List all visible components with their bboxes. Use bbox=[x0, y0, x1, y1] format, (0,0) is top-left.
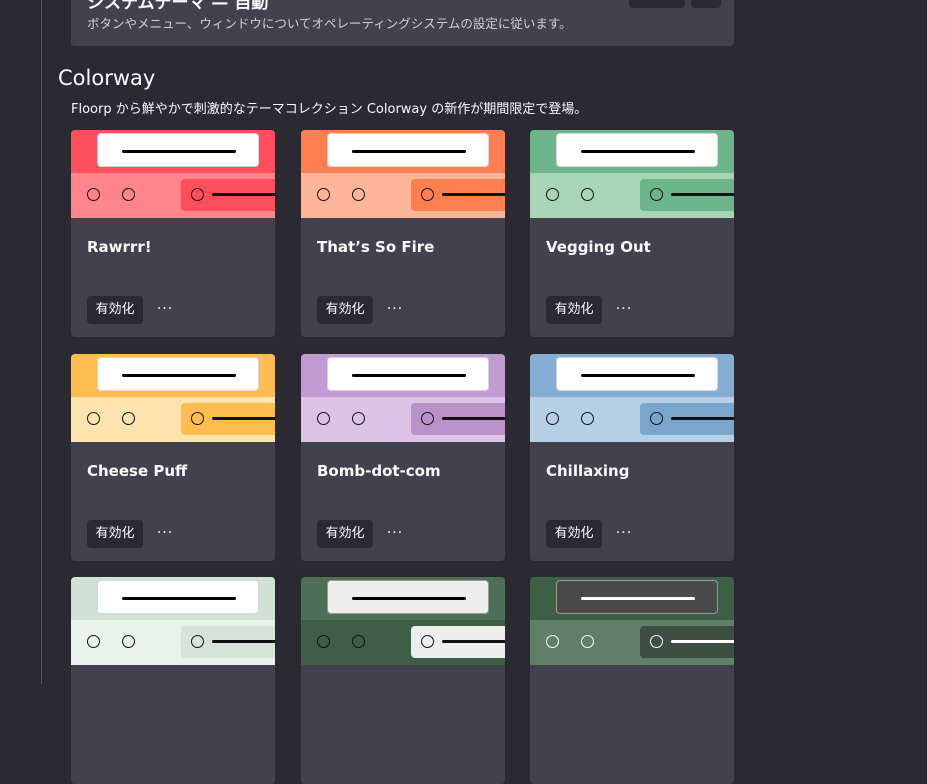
preview-tab-circle-icon bbox=[421, 635, 434, 648]
preview-toolbar bbox=[71, 130, 275, 173]
preview-urlbar bbox=[556, 580, 718, 614]
colorway-name: Chillaxing bbox=[546, 462, 630, 480]
preview-toolbar bbox=[301, 577, 505, 620]
theme-preview[interactable] bbox=[71, 354, 275, 442]
preview-circle-icon bbox=[352, 412, 365, 425]
preview-toolbar bbox=[530, 130, 734, 173]
preview-active-tab bbox=[640, 179, 734, 211]
preview-circle-icon bbox=[546, 412, 559, 425]
theme-preview[interactable] bbox=[301, 354, 505, 442]
system-theme-title: システムテーマ — 自動 bbox=[87, 0, 269, 13]
preview-circle-icon bbox=[317, 635, 330, 648]
system-theme-description: ボタンやメニュー、ウィンドウについてオペレーティングシステムの設定に従います。 bbox=[87, 16, 572, 31]
preview-circle-icon bbox=[352, 635, 365, 648]
preview-tab-circle-icon bbox=[650, 412, 663, 425]
enable-button[interactable]: 有効化 bbox=[87, 520, 143, 548]
preview-toolbar bbox=[530, 577, 734, 620]
preview-active-tab bbox=[640, 626, 734, 658]
more-options-icon[interactable]: ··· bbox=[610, 296, 638, 324]
preview-active-tab bbox=[181, 403, 275, 435]
preview-active-tab bbox=[411, 403, 505, 435]
preview-urlbar bbox=[556, 357, 718, 391]
preview-tab-circle-icon bbox=[650, 635, 663, 648]
preview-urlbar bbox=[327, 357, 489, 391]
system-theme-enable-button[interactable]: 有効化 bbox=[629, 0, 685, 8]
preview-circle-icon bbox=[87, 188, 100, 201]
colorway-name: Cheese Puff bbox=[87, 462, 188, 480]
theme-preview[interactable] bbox=[530, 354, 734, 442]
colorway-name: Bomb-dot-com bbox=[317, 462, 441, 480]
more-options-icon[interactable]: ··· bbox=[151, 520, 179, 548]
theme-preview[interactable] bbox=[530, 130, 734, 218]
colorway-name: That’s So Fire bbox=[317, 238, 435, 256]
preview-active-tab bbox=[411, 179, 505, 211]
system-theme-card: システムテーマ — 自動 ボタンやメニュー、ウィンドウについてオペレーティングシ… bbox=[71, 0, 734, 46]
preview-active-tab bbox=[181, 626, 275, 658]
preview-urlbar bbox=[556, 133, 718, 167]
left-divider bbox=[41, 0, 42, 684]
more-options-icon[interactable]: ··· bbox=[381, 520, 409, 548]
preview-circle-icon bbox=[317, 188, 330, 201]
preview-circle-icon bbox=[581, 635, 594, 648]
preview-toolbar bbox=[301, 130, 505, 173]
preview-urlbar bbox=[97, 580, 259, 614]
preview-circle-icon bbox=[581, 412, 594, 425]
enable-button[interactable]: 有効化 bbox=[546, 520, 602, 548]
preview-tab-circle-icon bbox=[650, 188, 663, 201]
preview-urlbar bbox=[327, 580, 489, 614]
colorway-name: Rawrrr! bbox=[87, 238, 152, 256]
enable-button[interactable]: 有効化 bbox=[546, 296, 602, 324]
enable-button[interactable]: 有効化 bbox=[87, 296, 143, 324]
preview-tab-circle-icon bbox=[191, 412, 204, 425]
colorway-card[interactable]: That’s So Fire 有効化 ··· bbox=[301, 130, 505, 337]
preview-circle-icon bbox=[546, 635, 559, 648]
enable-button[interactable]: 有効化 bbox=[317, 520, 373, 548]
theme-preview[interactable] bbox=[301, 130, 505, 218]
theme-preview[interactable] bbox=[530, 577, 734, 665]
colorway-card[interactable]: Bomb-dot-com 有効化 ··· bbox=[301, 354, 505, 561]
preview-urlbar bbox=[97, 133, 259, 167]
preview-active-tab bbox=[411, 626, 505, 658]
colorway-card[interactable]: Chillaxing 有効化 ··· bbox=[530, 354, 734, 561]
preview-circle-icon bbox=[122, 412, 135, 425]
preview-urlbar bbox=[97, 357, 259, 391]
colorway-card[interactable]: Vegging Out 有効化 ··· bbox=[530, 130, 734, 337]
preview-toolbar bbox=[301, 354, 505, 397]
preview-circle-icon bbox=[352, 188, 365, 201]
preview-toolbar bbox=[71, 577, 275, 620]
preview-toolbar bbox=[71, 354, 275, 397]
preview-circle-icon bbox=[581, 188, 594, 201]
preview-urlbar bbox=[327, 133, 489, 167]
colorway-card[interactable] bbox=[71, 577, 275, 784]
theme-preview[interactable] bbox=[71, 577, 275, 665]
colorway-card[interactable]: Cheese Puff 有効化 ··· bbox=[71, 354, 275, 561]
preview-tab-circle-icon bbox=[421, 188, 434, 201]
preview-circle-icon bbox=[317, 412, 330, 425]
more-options-icon[interactable]: ··· bbox=[610, 520, 638, 548]
enable-button[interactable]: 有効化 bbox=[317, 296, 373, 324]
preview-tab-circle-icon bbox=[421, 412, 434, 425]
preview-circle-icon bbox=[122, 635, 135, 648]
colorway-description: Floorp から鮮やかで刺激的なテーマコレクション Colorway の新作が… bbox=[71, 102, 588, 117]
preview-tab-circle-icon bbox=[191, 635, 204, 648]
colorway-card[interactable] bbox=[301, 577, 505, 784]
colorway-card[interactable]: Rawrrr! 有効化 ··· bbox=[71, 130, 275, 337]
preview-circle-icon bbox=[87, 412, 100, 425]
preview-circle-icon bbox=[546, 188, 559, 201]
colorway-heading: Colorway bbox=[58, 66, 156, 90]
theme-preview[interactable] bbox=[71, 130, 275, 218]
more-options-icon[interactable]: ··· bbox=[381, 296, 409, 324]
preview-tab-circle-icon bbox=[191, 188, 204, 201]
system-theme-more-button[interactable] bbox=[691, 0, 721, 8]
colorway-card[interactable] bbox=[530, 577, 734, 784]
theme-preview[interactable] bbox=[301, 577, 505, 665]
preview-active-tab bbox=[640, 403, 734, 435]
preview-toolbar bbox=[530, 354, 734, 397]
preview-circle-icon bbox=[87, 635, 100, 648]
preview-active-tab bbox=[181, 179, 275, 211]
preview-circle-icon bbox=[122, 188, 135, 201]
more-options-icon[interactable]: ··· bbox=[151, 296, 179, 324]
colorway-name: Vegging Out bbox=[546, 238, 651, 256]
